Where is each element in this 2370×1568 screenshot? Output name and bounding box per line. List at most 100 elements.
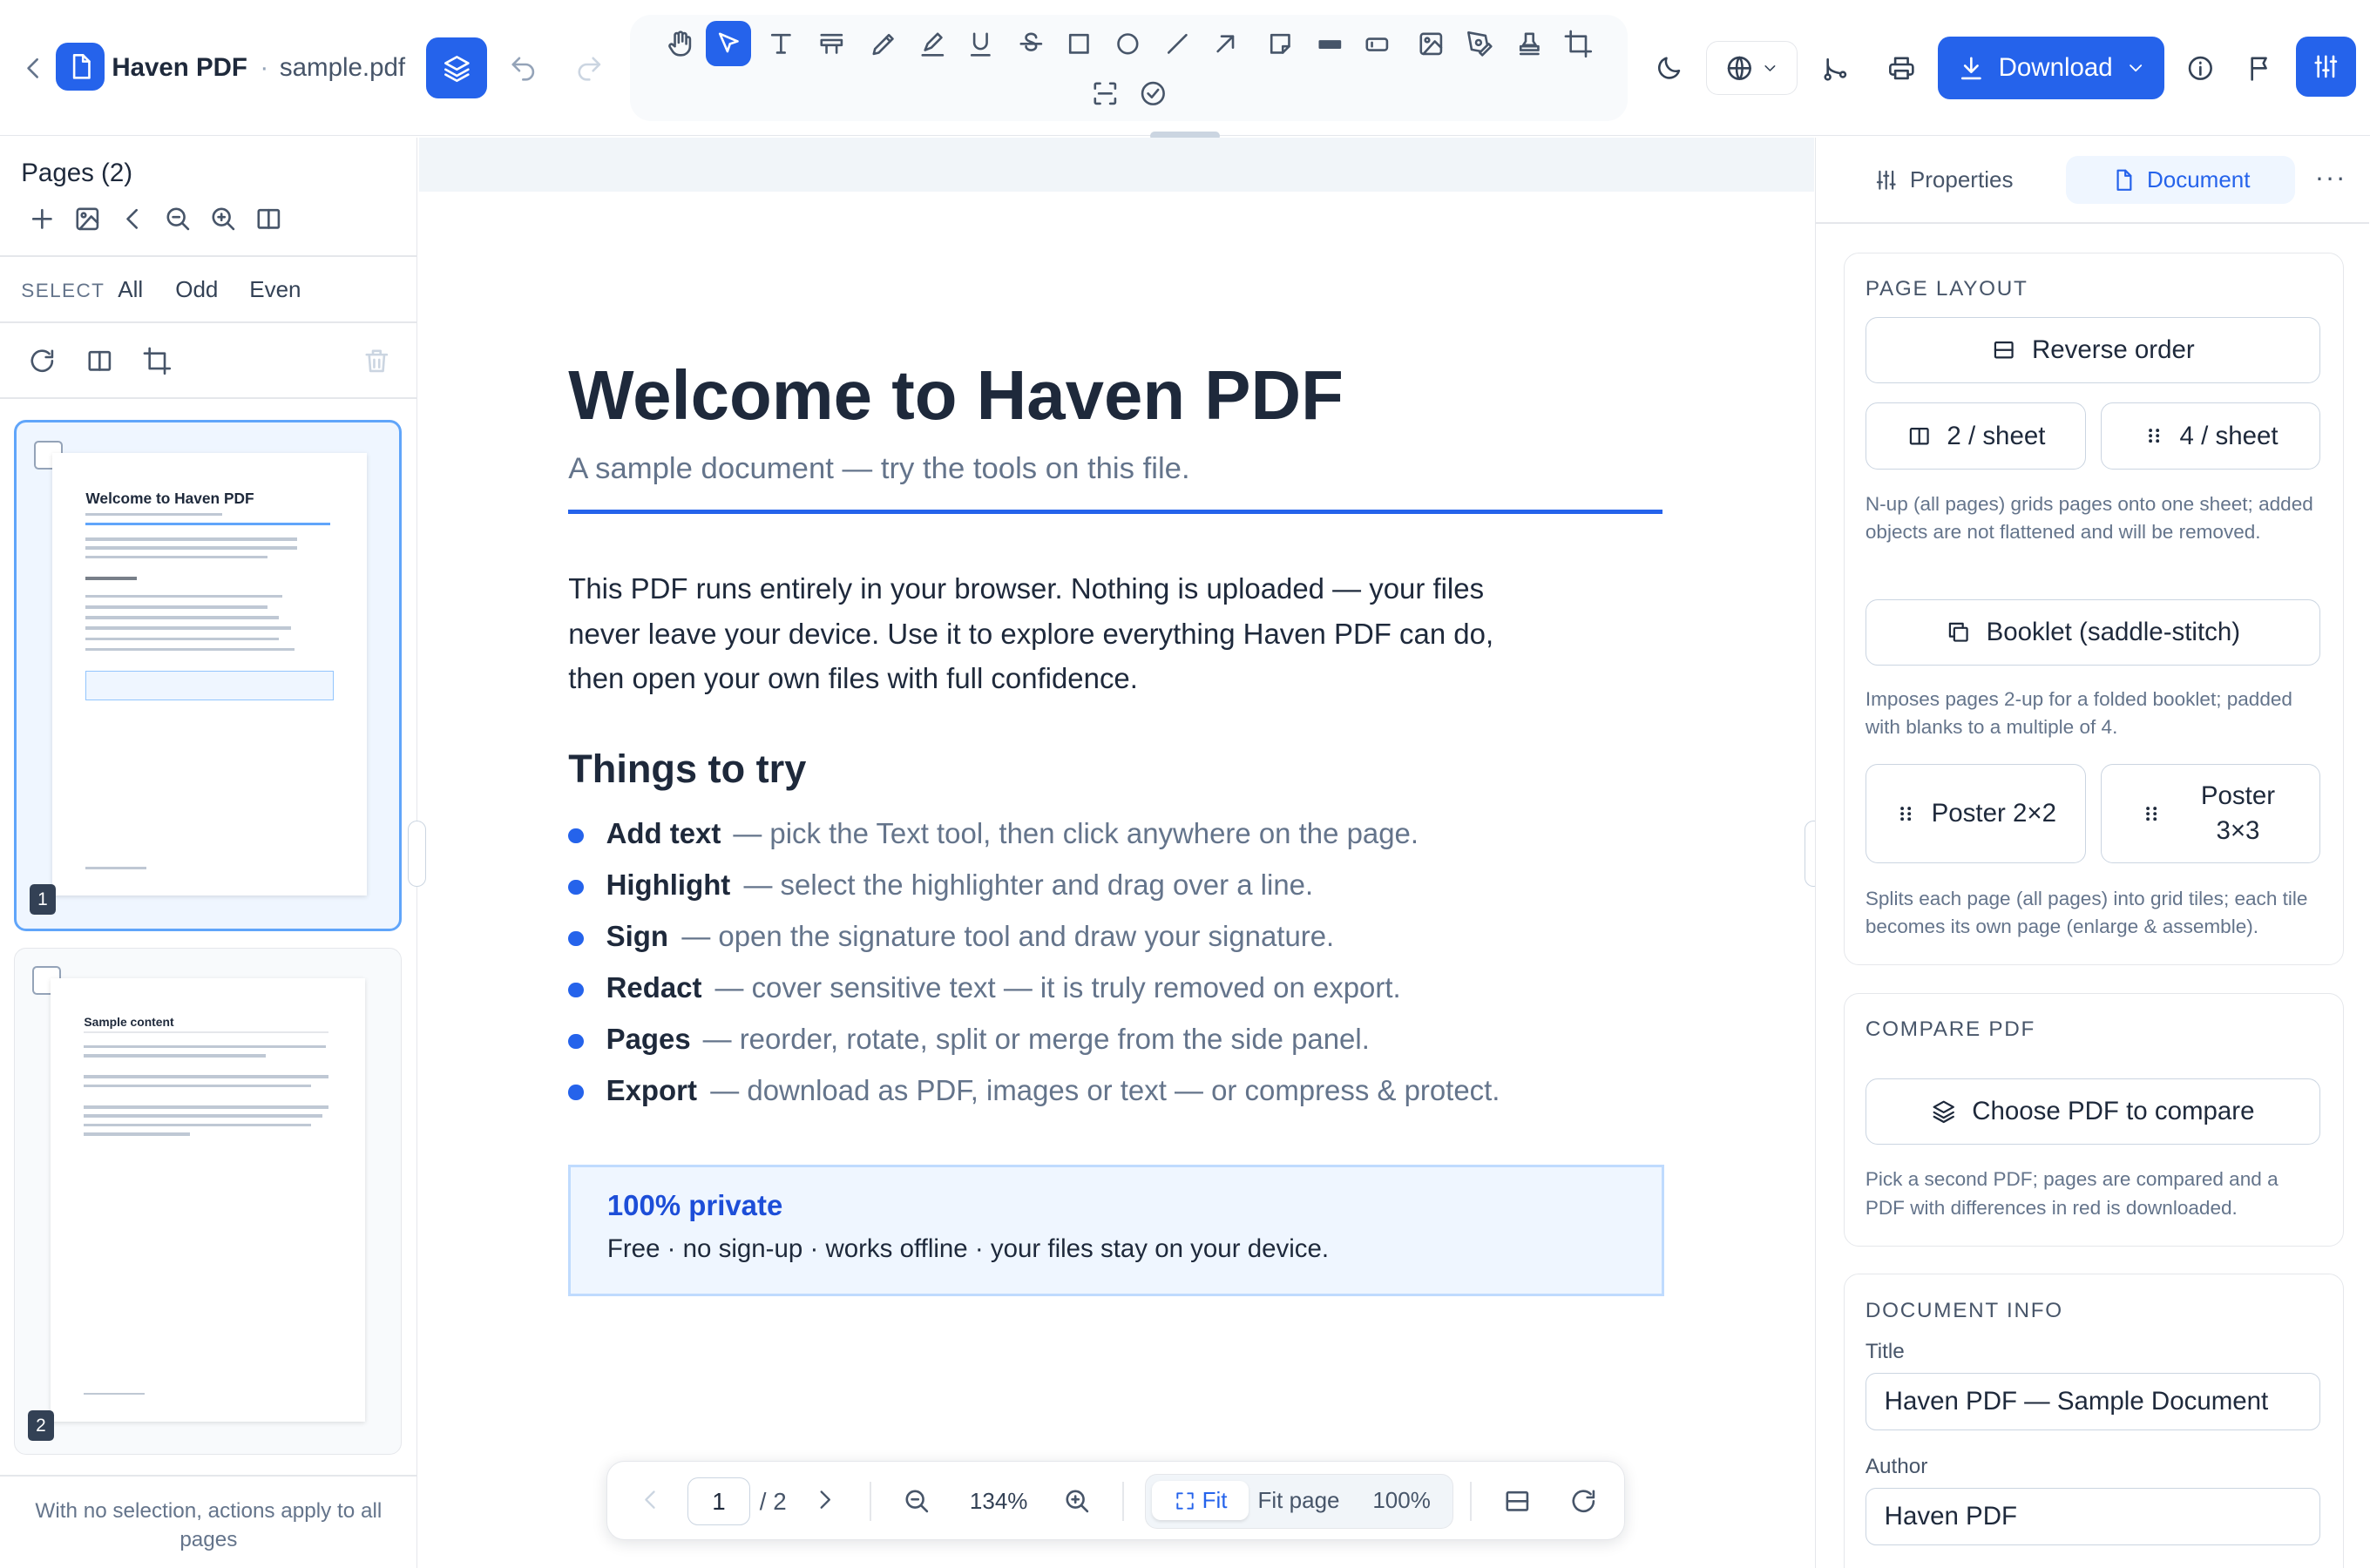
thumbnail-footer	[84, 1392, 145, 1396]
rectangle-icon[interactable]	[1057, 21, 1102, 66]
divider	[0, 1475, 417, 1477]
author-label: Author	[1865, 1454, 1928, 1478]
app-name: Haven PDF	[112, 52, 247, 82]
ocr-icon[interactable]	[1082, 71, 1127, 117]
delete-icon[interactable]	[362, 346, 392, 376]
line-icon[interactable]	[1155, 21, 1200, 66]
note-icon[interactable]	[1257, 21, 1303, 66]
pdf-page[interactable]: Welcome to Haven PDF A sample document —…	[418, 192, 1814, 1568]
zoom-in-icon[interactable]	[208, 204, 239, 234]
four-per-sheet-button[interactable]: 4 / sheet	[2101, 402, 2320, 470]
download-label: Download	[1998, 53, 2113, 83]
thumbnail-line	[85, 577, 138, 580]
signature-icon[interactable]	[1457, 21, 1502, 66]
underline-icon[interactable]	[958, 21, 1004, 66]
workflow-icon[interactable]	[1820, 53, 1851, 84]
redact-icon[interactable]	[1308, 21, 1353, 66]
page-preview: Sample content	[51, 978, 366, 1422]
item-term: Highlight	[606, 868, 731, 902]
rotate-view-icon[interactable]	[1568, 1486, 1599, 1517]
prev-page-icon[interactable]	[637, 1486, 664, 1513]
scroll-mode-icon[interactable]	[1502, 1486, 1533, 1517]
page-number-input[interactable]: 1	[687, 1477, 751, 1526]
poster-2x2-button[interactable]: Poster 2×2	[1865, 764, 2087, 864]
reverse-order-button[interactable]: Reverse order	[1865, 316, 2320, 383]
inspector-panel: Properties Document ··· PAGE LAYOUT Reve…	[1815, 137, 2370, 1568]
marker-icon[interactable]	[910, 21, 955, 66]
two-per-sheet-button[interactable]: 2 / sheet	[1865, 402, 2087, 470]
flag-icon[interactable]	[2245, 53, 2275, 84]
stamp-icon[interactable]	[1507, 21, 1552, 66]
pages-title: Pages (2)	[21, 159, 133, 188]
item-term: Add text	[606, 817, 721, 850]
callout-body: Free · no sign-up · works offline · your…	[606, 1233, 1330, 1263]
select-all-option[interactable]: All	[118, 276, 143, 303]
language-select[interactable]	[1706, 40, 1798, 96]
compare-note: Pick a second PDF; pages are compared an…	[1865, 1168, 2279, 1219]
author-field[interactable]: Haven PDF	[1865, 1487, 2320, 1545]
highlight-icon[interactable]	[809, 21, 854, 66]
rotate-icon[interactable]	[27, 346, 58, 376]
dark-mode-icon[interactable]	[1654, 53, 1684, 84]
text-icon[interactable]	[759, 21, 804, 66]
strikethrough-icon[interactable]	[1008, 21, 1053, 66]
zoom-out-icon[interactable]	[163, 204, 193, 234]
chevron-down-icon	[2125, 57, 2146, 78]
button-label: Booklet (saddle-stitch)	[1986, 618, 2241, 647]
zoom-in-icon[interactable]	[1062, 1486, 1093, 1517]
layers-button[interactable]	[426, 37, 487, 98]
button-label: Choose PDF to compare	[1972, 1096, 2255, 1125]
back-icon[interactable]	[18, 53, 49, 84]
page-thumbnail-1[interactable]: Welcome to Haven PDF 1	[13, 420, 403, 931]
fit-mode-group: Fit Fit page 100%	[1145, 1474, 1454, 1529]
divider	[1470, 1481, 1472, 1522]
adjustments-button[interactable]	[2296, 36, 2357, 97]
grid-dots-icon	[2141, 803, 2162, 824]
more-options-icon[interactable]: ···	[2315, 162, 2346, 193]
crop-icon[interactable]	[1555, 21, 1601, 66]
collapse-panel-icon[interactable]	[118, 204, 148, 234]
select-icon[interactable]	[706, 21, 752, 67]
split-icon[interactable]	[85, 346, 115, 376]
arrow-icon[interactable]	[1203, 21, 1249, 66]
pan-icon[interactable]	[658, 21, 703, 66]
button-label: Poster 2×2	[1931, 799, 2056, 828]
select-odd-option[interactable]: Odd	[175, 276, 218, 303]
left-resize-handle[interactable]	[408, 820, 427, 888]
page-thumbnail-2[interactable]: Sample content 2	[13, 947, 403, 1456]
image-icon[interactable]	[1409, 21, 1454, 66]
thumbnail-line	[85, 626, 292, 630]
zoom-out-icon[interactable]	[902, 1486, 932, 1517]
fit-width-button[interactable]: Fit	[1152, 1481, 1249, 1521]
undo-icon[interactable]	[508, 53, 538, 84]
insert-image-icon[interactable]	[72, 204, 103, 234]
tab-properties[interactable]: Properties	[1873, 156, 2013, 205]
card-heading: DOCUMENT INFO	[1865, 1299, 2063, 1323]
redo-icon[interactable]	[574, 53, 605, 84]
booklet-button[interactable]: Booklet (saddle-stitch)	[1865, 598, 2320, 666]
two-column-icon[interactable]	[254, 204, 284, 234]
document-viewer: Welcome to Haven PDF A sample document —…	[418, 137, 1814, 1568]
add-page-icon[interactable]	[27, 204, 58, 234]
download-button[interactable]: Download	[1937, 36, 2165, 100]
actual-size-button[interactable]: 100%	[1372, 1487, 1431, 1514]
info-icon[interactable]	[2185, 53, 2216, 84]
file-name[interactable]: sample.pdf	[280, 53, 405, 83]
title-field[interactable]: Haven PDF — Sample Document	[1865, 1373, 2320, 1430]
print-icon[interactable]	[1886, 53, 1917, 84]
select-even-option[interactable]: Even	[249, 276, 301, 303]
field-icon[interactable]	[1354, 21, 1399, 66]
zoom-level[interactable]: 134%	[970, 1488, 1028, 1515]
ellipse-icon[interactable]	[1105, 21, 1150, 66]
crop-pages-icon[interactable]	[142, 346, 173, 376]
fit-page-button[interactable]: Fit page	[1258, 1487, 1340, 1514]
next-page-icon[interactable]	[811, 1486, 838, 1513]
privacy-callout: 100% private Free · no sign-up · works o…	[568, 1165, 1664, 1297]
choose-compare-button[interactable]: Choose PDF to compare	[1865, 1078, 2320, 1146]
tab-document[interactable]: Document	[2065, 155, 2296, 205]
app-window: Haven PDF · sample.pdf Download Pages (2…	[0, 0, 2370, 1568]
pen-icon[interactable]	[862, 21, 907, 66]
check-icon[interactable]	[1131, 71, 1176, 117]
poster-3x3-button[interactable]: Poster 3×3	[2101, 764, 2320, 864]
divider	[0, 397, 417, 399]
